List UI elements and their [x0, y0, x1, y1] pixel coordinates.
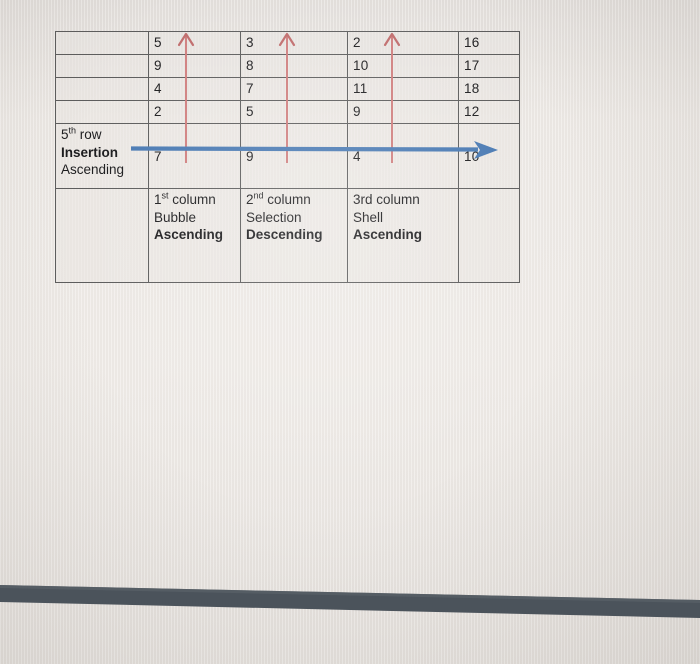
cell-col1: 5	[148, 31, 241, 55]
cell-col3: 10	[347, 54, 459, 78]
legend-col2-header: 2nd column	[246, 190, 311, 207]
legend-col2-algorithm: Selection	[246, 209, 302, 225]
cell-col2: 8	[240, 54, 348, 78]
legend-col1: 1st column Bubble Ascending	[148, 188, 241, 283]
insertion-row-label-line1: 5th row	[61, 125, 102, 142]
row-label-cell	[55, 77, 149, 101]
ordinal-suffix: st	[161, 190, 169, 201]
table-row: 2 5 9 12	[55, 100, 520, 124]
table-row-insertion: 5th row Insertion Ascending 7 9 4 10	[55, 123, 520, 189]
cell-col4: 18	[458, 77, 520, 101]
cell-col2: 5	[240, 100, 348, 124]
cell-col4: 16	[458, 31, 520, 55]
insertion-cell-col3: 4	[347, 123, 459, 189]
insertion-cell-col4: 10	[458, 123, 520, 189]
legend-col4	[458, 188, 520, 283]
legend-col3: 3rd column Shell Ascending	[347, 188, 459, 283]
table-row: 4 7 11 18	[55, 77, 520, 101]
insertion-cell-col1: 7	[148, 123, 241, 189]
cell-col3: 2	[347, 31, 459, 55]
insertion-row-label-line2: Insertion	[61, 144, 119, 160]
cell-col3: 11	[347, 77, 459, 101]
legend-col3-order: Ascending	[353, 227, 423, 243]
cell-col4: 17	[458, 54, 520, 78]
legend-col1-algorithm: Bubble	[154, 209, 197, 225]
legend-col1-order: Ascending	[154, 227, 224, 243]
insertion-cell-col2: 9	[240, 123, 348, 189]
ordinal-suffix: th	[68, 125, 77, 136]
table-row: 9 8 10 17	[55, 54, 520, 78]
cell-col2: 3	[240, 31, 348, 55]
legend-label-cell	[55, 188, 149, 283]
cell-col2: 7	[240, 77, 348, 101]
table-row-legend: 1st column Bubble Ascending 2nd column S…	[55, 188, 520, 283]
row-label-cell	[55, 54, 149, 78]
cell-col4: 12	[458, 100, 520, 124]
cell-col1: 4	[148, 77, 241, 101]
legend-col1-header: 1st column	[154, 190, 216, 207]
legend-col3-algorithm: Shell	[353, 209, 384, 225]
cell-col1: 2	[148, 100, 241, 124]
legend-col2: 2nd column Selection Descending	[240, 188, 348, 283]
sorting-table: 5 3 2 16 9 8 10 17 4 7 11 18 2 5 9 12 5t…	[55, 31, 520, 283]
ordinal-suffix: nd	[253, 190, 264, 201]
worksheet-table-container: 5 3 2 16 9 8 10 17 4 7 11 18 2 5 9 12 5t…	[55, 31, 520, 286]
legend-col3-header: 3rd column	[353, 192, 420, 207]
cell-col1: 9	[148, 54, 241, 78]
legend-col2-order: Descending	[246, 227, 323, 243]
table-row: 5 3 2 16	[55, 31, 520, 55]
cell-col3: 9	[347, 100, 459, 124]
row-label-cell	[55, 100, 149, 124]
insertion-row-label: 5th row Insertion Ascending	[55, 123, 149, 189]
row-label-cell	[55, 31, 149, 55]
insertion-row-label-line3: Ascending	[61, 162, 125, 178]
